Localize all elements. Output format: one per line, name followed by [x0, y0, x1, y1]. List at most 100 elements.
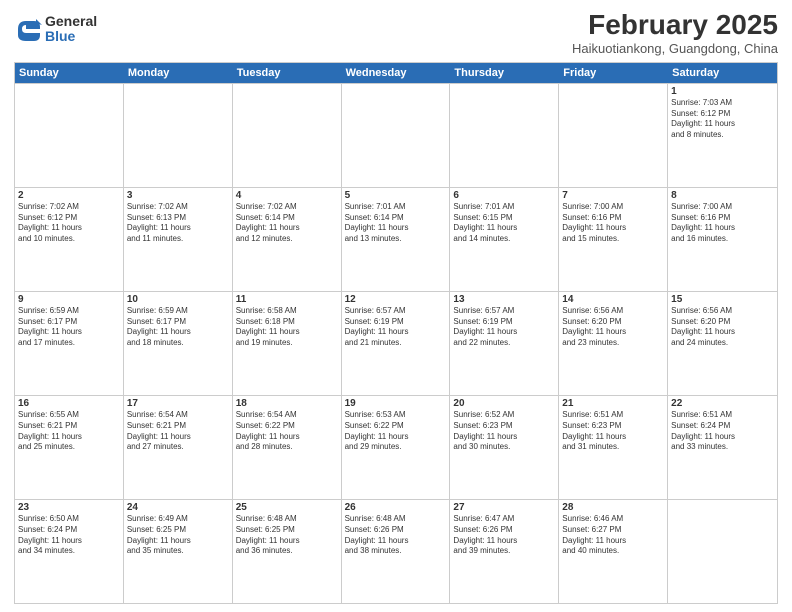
day-info: Sunrise: 6:46 AM Sunset: 6:27 PM Dayligh…	[562, 514, 664, 557]
calendar-cell	[668, 500, 777, 603]
day-info: Sunrise: 7:03 AM Sunset: 6:12 PM Dayligh…	[671, 98, 774, 141]
day-number: 14	[562, 294, 664, 305]
header: General Blue February 2025 Haikuotiankon…	[14, 10, 778, 56]
day-number: 11	[236, 294, 338, 305]
logo-icon	[14, 15, 42, 43]
calendar-cell: 17Sunrise: 6:54 AM Sunset: 6:21 PM Dayli…	[124, 396, 233, 499]
month-year: February 2025	[572, 10, 778, 41]
calendar-cell	[342, 84, 451, 187]
day-number: 26	[345, 502, 447, 513]
calendar-cell	[15, 84, 124, 187]
calendar-body: 1Sunrise: 7:03 AM Sunset: 6:12 PM Daylig…	[15, 83, 777, 603]
day-info: Sunrise: 6:54 AM Sunset: 6:21 PM Dayligh…	[127, 410, 229, 453]
day-number: 12	[345, 294, 447, 305]
calendar-cell: 26Sunrise: 6:48 AM Sunset: 6:26 PM Dayli…	[342, 500, 451, 603]
location: Haikuotiankong, Guangdong, China	[572, 41, 778, 56]
day-info: Sunrise: 7:02 AM Sunset: 6:12 PM Dayligh…	[18, 202, 120, 245]
day-number: 19	[345, 398, 447, 409]
calendar-cell: 27Sunrise: 6:47 AM Sunset: 6:26 PM Dayli…	[450, 500, 559, 603]
day-info: Sunrise: 6:52 AM Sunset: 6:23 PM Dayligh…	[453, 410, 555, 453]
calendar-row: 23Sunrise: 6:50 AM Sunset: 6:24 PM Dayli…	[15, 499, 777, 603]
calendar-cell: 21Sunrise: 6:51 AM Sunset: 6:23 PM Dayli…	[559, 396, 668, 499]
day-info: Sunrise: 7:02 AM Sunset: 6:13 PM Dayligh…	[127, 202, 229, 245]
calendar-row: 1Sunrise: 7:03 AM Sunset: 6:12 PM Daylig…	[15, 83, 777, 187]
day-info: Sunrise: 6:57 AM Sunset: 6:19 PM Dayligh…	[453, 306, 555, 349]
logo-general: General	[45, 14, 97, 29]
day-number: 21	[562, 398, 664, 409]
calendar-row: 2Sunrise: 7:02 AM Sunset: 6:12 PM Daylig…	[15, 187, 777, 291]
day-number: 6	[453, 190, 555, 201]
calendar-cell: 8Sunrise: 7:00 AM Sunset: 6:16 PM Daylig…	[668, 188, 777, 291]
day-info: Sunrise: 6:49 AM Sunset: 6:25 PM Dayligh…	[127, 514, 229, 557]
day-info: Sunrise: 6:50 AM Sunset: 6:24 PM Dayligh…	[18, 514, 120, 557]
day-info: Sunrise: 7:00 AM Sunset: 6:16 PM Dayligh…	[671, 202, 774, 245]
page: General Blue February 2025 Haikuotiankon…	[0, 0, 792, 612]
day-number: 7	[562, 190, 664, 201]
calendar-cell	[233, 84, 342, 187]
day-number: 1	[671, 86, 774, 97]
day-info: Sunrise: 6:53 AM Sunset: 6:22 PM Dayligh…	[345, 410, 447, 453]
day-info: Sunrise: 7:01 AM Sunset: 6:15 PM Dayligh…	[453, 202, 555, 245]
calendar-cell: 11Sunrise: 6:58 AM Sunset: 6:18 PM Dayli…	[233, 292, 342, 395]
weekday-header: Saturday	[668, 63, 777, 83]
weekday-header: Sunday	[15, 63, 124, 83]
day-info: Sunrise: 6:57 AM Sunset: 6:19 PM Dayligh…	[345, 306, 447, 349]
day-number: 28	[562, 502, 664, 513]
logo: General Blue	[14, 14, 97, 45]
day-info: Sunrise: 6:59 AM Sunset: 6:17 PM Dayligh…	[127, 306, 229, 349]
calendar-cell: 10Sunrise: 6:59 AM Sunset: 6:17 PM Dayli…	[124, 292, 233, 395]
day-info: Sunrise: 6:51 AM Sunset: 6:24 PM Dayligh…	[671, 410, 774, 453]
calendar-header: SundayMondayTuesdayWednesdayThursdayFrid…	[15, 63, 777, 83]
calendar-cell: 28Sunrise: 6:46 AM Sunset: 6:27 PM Dayli…	[559, 500, 668, 603]
day-number: 20	[453, 398, 555, 409]
day-number: 27	[453, 502, 555, 513]
weekday-header: Monday	[124, 63, 233, 83]
weekday-header: Thursday	[450, 63, 559, 83]
day-info: Sunrise: 6:55 AM Sunset: 6:21 PM Dayligh…	[18, 410, 120, 453]
day-info: Sunrise: 6:58 AM Sunset: 6:18 PM Dayligh…	[236, 306, 338, 349]
day-info: Sunrise: 6:56 AM Sunset: 6:20 PM Dayligh…	[562, 306, 664, 349]
calendar-cell: 5Sunrise: 7:01 AM Sunset: 6:14 PM Daylig…	[342, 188, 451, 291]
calendar-cell	[450, 84, 559, 187]
calendar-cell: 24Sunrise: 6:49 AM Sunset: 6:25 PM Dayli…	[124, 500, 233, 603]
day-info: Sunrise: 7:01 AM Sunset: 6:14 PM Dayligh…	[345, 202, 447, 245]
weekday-header: Friday	[559, 63, 668, 83]
day-number: 15	[671, 294, 774, 305]
calendar-cell	[559, 84, 668, 187]
day-number: 2	[18, 190, 120, 201]
day-number: 17	[127, 398, 229, 409]
day-number: 10	[127, 294, 229, 305]
title-block: February 2025 Haikuotiankong, Guangdong,…	[572, 10, 778, 56]
calendar: SundayMondayTuesdayWednesdayThursdayFrid…	[14, 62, 778, 604]
day-info: Sunrise: 7:00 AM Sunset: 6:16 PM Dayligh…	[562, 202, 664, 245]
day-number: 16	[18, 398, 120, 409]
calendar-cell: 23Sunrise: 6:50 AM Sunset: 6:24 PM Dayli…	[15, 500, 124, 603]
calendar-cell: 6Sunrise: 7:01 AM Sunset: 6:15 PM Daylig…	[450, 188, 559, 291]
day-info: Sunrise: 6:48 AM Sunset: 6:25 PM Dayligh…	[236, 514, 338, 557]
calendar-row: 16Sunrise: 6:55 AM Sunset: 6:21 PM Dayli…	[15, 395, 777, 499]
calendar-cell: 15Sunrise: 6:56 AM Sunset: 6:20 PM Dayli…	[668, 292, 777, 395]
day-info: Sunrise: 6:56 AM Sunset: 6:20 PM Dayligh…	[671, 306, 774, 349]
day-number: 4	[236, 190, 338, 201]
day-info: Sunrise: 7:02 AM Sunset: 6:14 PM Dayligh…	[236, 202, 338, 245]
calendar-cell: 14Sunrise: 6:56 AM Sunset: 6:20 PM Dayli…	[559, 292, 668, 395]
day-number: 18	[236, 398, 338, 409]
calendar-cell: 9Sunrise: 6:59 AM Sunset: 6:17 PM Daylig…	[15, 292, 124, 395]
calendar-cell: 7Sunrise: 7:00 AM Sunset: 6:16 PM Daylig…	[559, 188, 668, 291]
calendar-cell: 19Sunrise: 6:53 AM Sunset: 6:22 PM Dayli…	[342, 396, 451, 499]
day-number: 5	[345, 190, 447, 201]
day-number: 9	[18, 294, 120, 305]
calendar-cell: 16Sunrise: 6:55 AM Sunset: 6:21 PM Dayli…	[15, 396, 124, 499]
logo-blue: Blue	[45, 29, 97, 44]
logo-text: General Blue	[45, 14, 97, 45]
weekday-header: Wednesday	[342, 63, 451, 83]
calendar-cell: 25Sunrise: 6:48 AM Sunset: 6:25 PM Dayli…	[233, 500, 342, 603]
calendar-cell	[124, 84, 233, 187]
calendar-cell: 3Sunrise: 7:02 AM Sunset: 6:13 PM Daylig…	[124, 188, 233, 291]
day-number: 25	[236, 502, 338, 513]
day-number: 3	[127, 190, 229, 201]
day-info: Sunrise: 6:47 AM Sunset: 6:26 PM Dayligh…	[453, 514, 555, 557]
calendar-cell: 18Sunrise: 6:54 AM Sunset: 6:22 PM Dayli…	[233, 396, 342, 499]
calendar-cell: 2Sunrise: 7:02 AM Sunset: 6:12 PM Daylig…	[15, 188, 124, 291]
calendar-row: 9 Sunrise: 6:59 AM Sunset: 6:17 PM Daylig…	[15, 291, 777, 395]
